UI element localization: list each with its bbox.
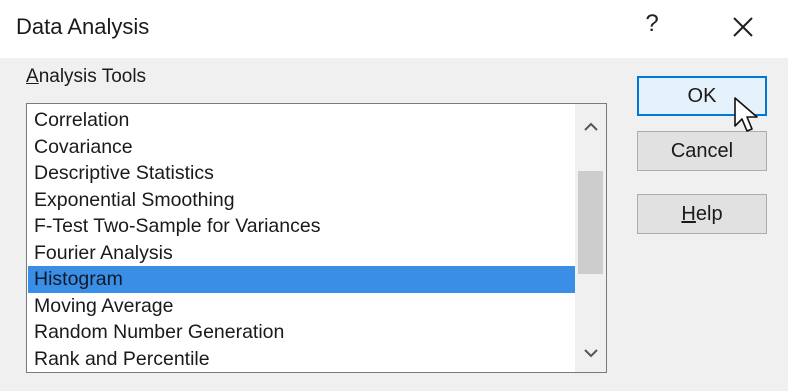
list-item[interactable]: Random Number Generation xyxy=(28,319,575,346)
help-button[interactable]: Help xyxy=(637,194,767,234)
scroll-down-button[interactable] xyxy=(575,338,606,368)
data-analysis-dialog: Data Analysis ? Analysis Tools Correlati… xyxy=(0,0,788,391)
close-icon xyxy=(733,17,753,37)
list-item[interactable]: Histogram xyxy=(28,266,575,293)
dialog-title: Data Analysis xyxy=(16,14,150,39)
help-button-accelerator: H xyxy=(681,203,696,225)
help-question-button[interactable]: ? xyxy=(642,10,662,38)
list-item[interactable]: F-Test Two-Sample for Variances xyxy=(28,213,575,240)
analysis-tools-label-text: nalysis Tools xyxy=(38,66,147,87)
help-button-text: elp xyxy=(695,203,723,225)
list-item[interactable]: Descriptive Statistics xyxy=(28,160,575,187)
list-item[interactable]: Correlation xyxy=(28,107,575,134)
list-item[interactable]: Covariance xyxy=(28,134,575,161)
listbox-scrollbar[interactable] xyxy=(575,104,606,372)
list-item[interactable]: Exponential Smoothing xyxy=(28,187,575,214)
list-item[interactable]: Rank and Percentile xyxy=(28,346,575,373)
close-button[interactable] xyxy=(728,12,758,42)
title-bar: Data Analysis ? xyxy=(0,0,788,58)
cancel-button[interactable]: Cancel xyxy=(637,131,767,171)
list-item[interactable]: Moving Average xyxy=(28,293,575,320)
scroll-up-button[interactable] xyxy=(575,112,606,142)
analysis-tools-label-accelerator: A xyxy=(26,66,39,87)
analysis-tools-listbox[interactable]: Correlation Covariance Descriptive Statist… xyxy=(26,103,607,373)
ok-button[interactable]: OK xyxy=(637,76,767,116)
analysis-tools-label: Analysis Tools xyxy=(26,66,146,88)
list-item[interactable]: Fourier Analysis xyxy=(28,240,575,267)
chevron-up-icon xyxy=(583,122,598,131)
scroll-thumb[interactable] xyxy=(578,171,603,274)
analysis-tools-list: Correlation Covariance Descriptive Statist… xyxy=(28,107,575,372)
chevron-down-icon xyxy=(583,349,598,358)
